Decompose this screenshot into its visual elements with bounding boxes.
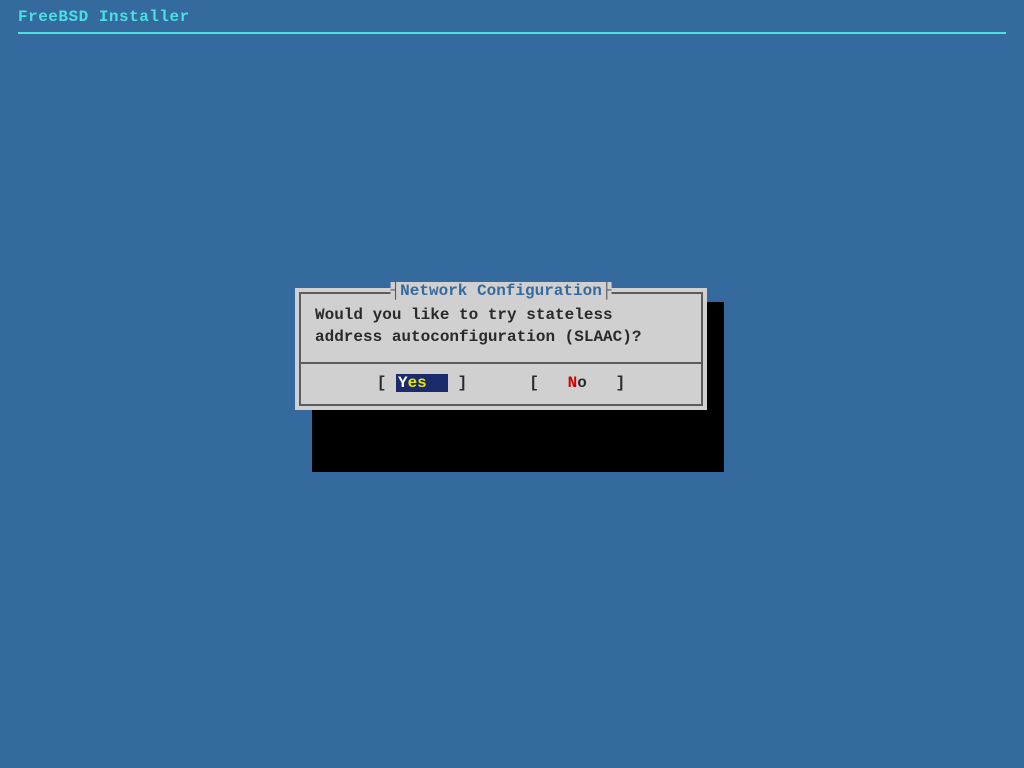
header-rule xyxy=(18,32,1006,34)
no-button[interactable]: [ No ] xyxy=(529,374,625,392)
dialog: Network Configuration Would you like to … xyxy=(295,288,707,410)
dialog-message: Would you like to try stateless address … xyxy=(301,294,701,362)
dialog-frame: Network Configuration Would you like to … xyxy=(299,292,703,406)
yes-button[interactable]: [ Yes ] xyxy=(377,374,467,392)
dialog-buttons: [ Yes ] [ No ] xyxy=(301,362,701,404)
installer-title: FreeBSD Installer xyxy=(18,8,190,26)
dialog-title: Network Configuration xyxy=(391,282,612,300)
